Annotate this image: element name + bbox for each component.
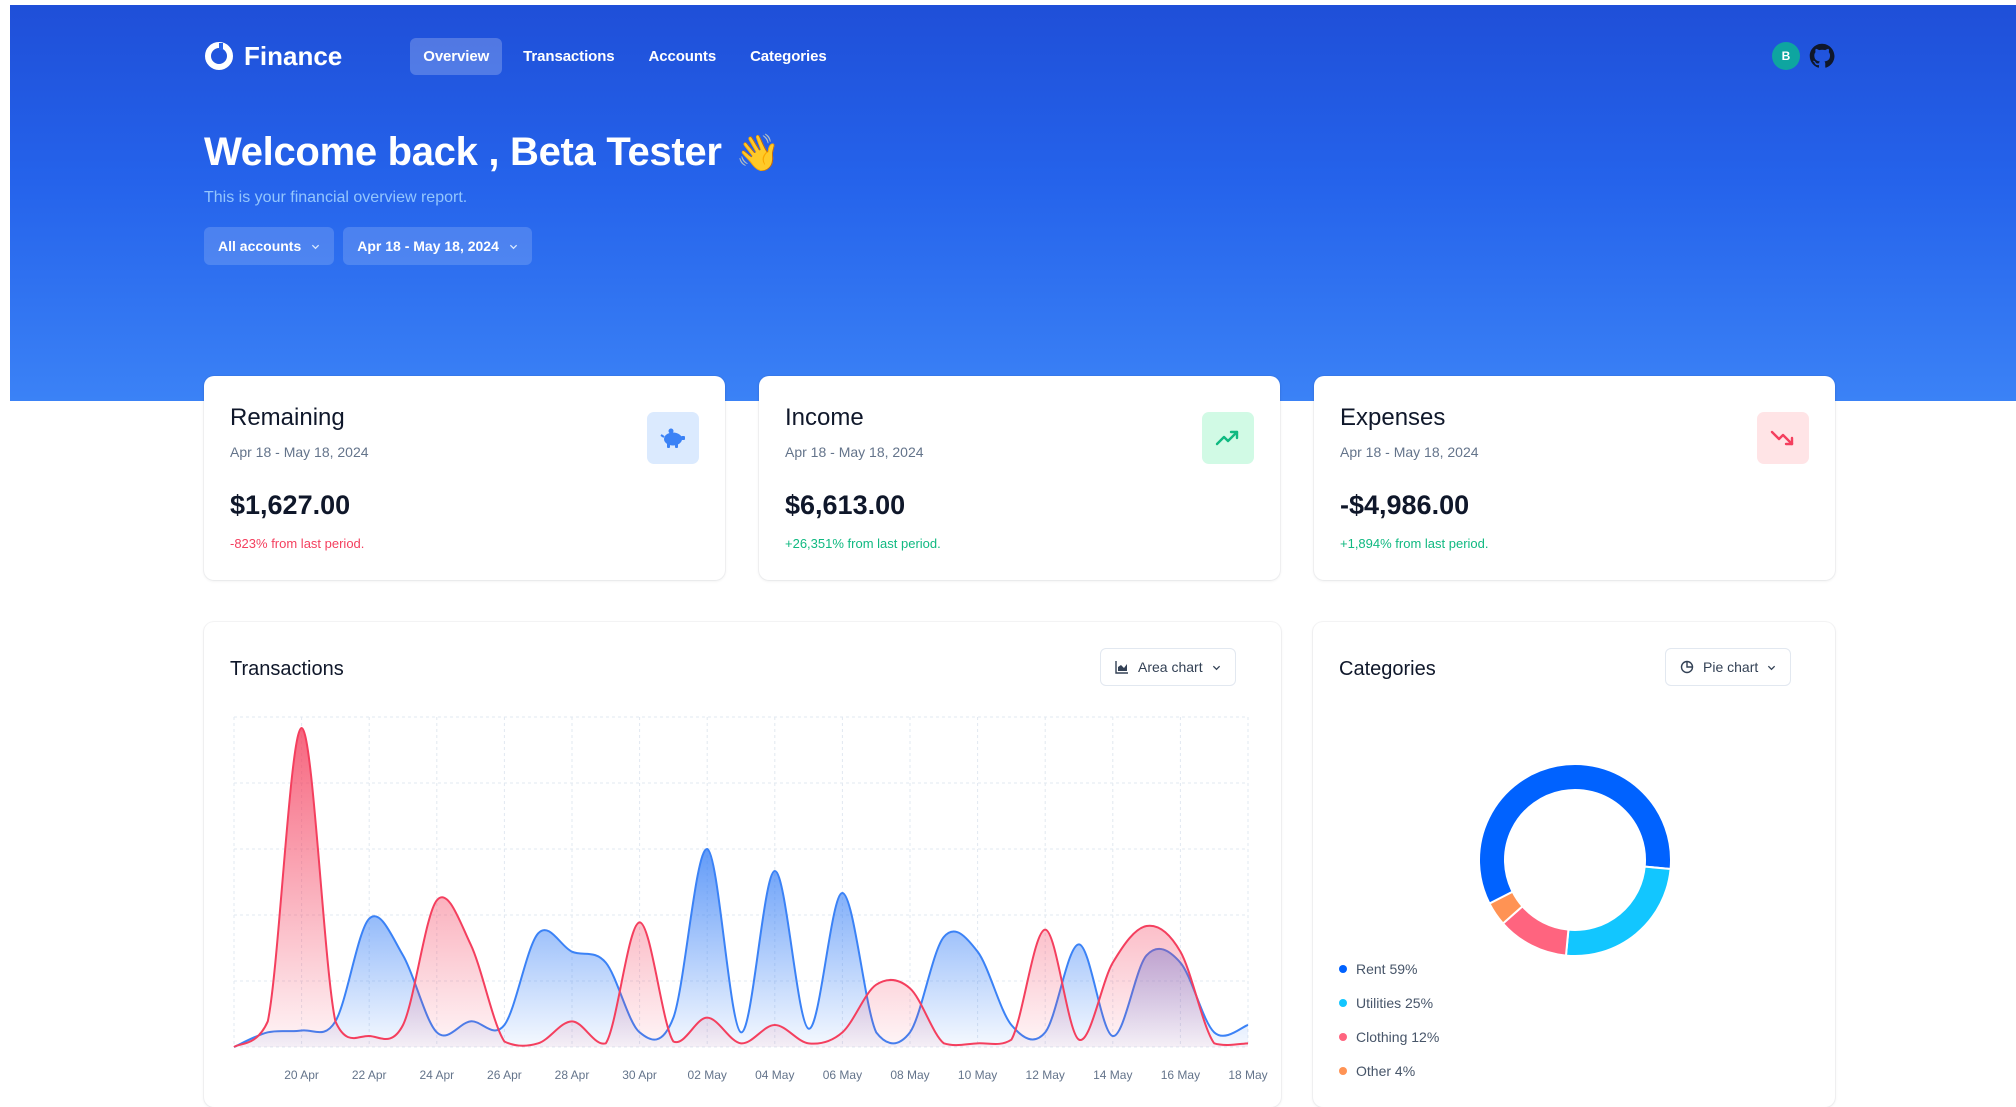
stat-amount: $1,627.00 bbox=[230, 490, 351, 520]
x-tick-label: 08 May bbox=[890, 1068, 929, 1082]
nav-categories[interactable]: Categories bbox=[737, 38, 840, 75]
transactions-area-chart: 20 Apr 22 Apr 24 Apr 26 Apr 28 Apr 30 Apr 02 M… bbox=[233, 716, 1268, 1082]
date-filter[interactable]: Apr 18 - May 18, 2024 bbox=[343, 227, 532, 265]
transactions-card: Transactions Area chart 20 Apr 22 Apr 24 A… bbox=[204, 622, 1281, 1107]
legend-label: Clothing 12% bbox=[1356, 1029, 1440, 1045]
legend-item-utilities: Utilities 25% bbox=[1339, 986, 1439, 1020]
categories-card: Categories Pie chart Rent 59% Utilities 2… bbox=[1313, 622, 1835, 1107]
categories-legend: Rent 59% Utilities 25% Clothing 12% Other 4… bbox=[1339, 952, 1439, 1088]
top-nav: Finance Overview Transactions Accounts C… bbox=[204, 36, 1836, 76]
x-tick-label: 18 May bbox=[1228, 1068, 1267, 1082]
pie-chart-icon bbox=[1680, 660, 1694, 674]
date-filter-label: Apr 18 - May 18, 2024 bbox=[357, 238, 499, 254]
nav-links: Overview Transactions Accounts Categorie… bbox=[410, 37, 840, 75]
legend-dot bbox=[1339, 999, 1347, 1007]
nav-overview[interactable]: Overview bbox=[410, 37, 503, 75]
pie-type-select[interactable]: Pie chart bbox=[1665, 648, 1792, 686]
nav-transactions[interactable]: Transactions bbox=[510, 38, 627, 75]
filters: All accounts Apr 18 - May 18, 2024 bbox=[204, 227, 532, 265]
x-tick-label: 02 May bbox=[688, 1068, 727, 1082]
legend-label: Utilities 25% bbox=[1356, 995, 1434, 1011]
stat-change: +1,894% from last period. bbox=[1340, 536, 1489, 551]
x-tick-label: 24 Apr bbox=[419, 1068, 454, 1082]
stat-range: Apr 18 - May 18, 2024 bbox=[785, 444, 924, 460]
x-tick-label: 22 Apr bbox=[352, 1068, 387, 1082]
legend-label: Rent 59% bbox=[1356, 961, 1418, 977]
chevron-down-icon bbox=[1768, 665, 1776, 670]
categories-title: Categories bbox=[1339, 658, 1436, 680]
chevron-down-icon bbox=[312, 244, 320, 249]
stat-range: Apr 18 - May 18, 2024 bbox=[1340, 444, 1479, 460]
stat-amount: -$4,986.00 bbox=[1340, 490, 1470, 520]
trending-up-icon bbox=[1202, 412, 1254, 464]
x-tick-label: 28 Apr bbox=[555, 1068, 590, 1082]
stat-title: Remaining bbox=[230, 404, 345, 431]
nav-accounts[interactable]: Accounts bbox=[636, 38, 730, 75]
wave-icon: 👋 bbox=[735, 131, 781, 173]
legend-dot bbox=[1339, 965, 1347, 973]
expenses-card: Expenses Apr 18 - May 18, 2024 -$4,986.0… bbox=[1314, 376, 1835, 580]
legend-item-rent: Rent 59% bbox=[1339, 952, 1439, 986]
stat-title: Expenses bbox=[1340, 404, 1446, 431]
chevron-down-icon bbox=[509, 244, 517, 249]
github-icon[interactable] bbox=[1808, 42, 1836, 70]
finance-logo-icon bbox=[205, 42, 233, 70]
x-tick-label: 26 Apr bbox=[487, 1068, 522, 1082]
stat-amount: $6,613.00 bbox=[785, 490, 906, 520]
welcome-text: Welcome back , Beta Tester bbox=[204, 130, 722, 174]
x-tick-label: 06 May bbox=[823, 1068, 862, 1082]
piggy-bank-icon bbox=[647, 412, 699, 464]
welcome-heading: Welcome back , Beta Tester 👋 bbox=[204, 130, 780, 175]
legend-item-other: Other 4% bbox=[1339, 1054, 1439, 1088]
account-filter-label: All accounts bbox=[218, 238, 302, 254]
legend-dot bbox=[1339, 1067, 1347, 1075]
x-tick-label: 14 May bbox=[1093, 1068, 1132, 1082]
pie-type-label: Pie chart bbox=[1703, 659, 1759, 675]
remaining-card: Remaining Apr 18 - May 18, 2024 $1,627.0… bbox=[204, 376, 725, 580]
stat-change: -823% from last period. bbox=[230, 536, 365, 551]
x-tick-label: 12 May bbox=[1026, 1068, 1065, 1082]
x-tick-label: 10 May bbox=[958, 1068, 997, 1082]
welcome-subtitle: This is your financial overview report. bbox=[204, 189, 468, 206]
stat-title: Income bbox=[785, 404, 864, 431]
slice-utilities bbox=[1564, 865, 1672, 957]
trending-down-icon bbox=[1757, 412, 1809, 464]
x-tick-label: 16 May bbox=[1161, 1068, 1200, 1082]
income-card: Income Apr 18 - May 18, 2024 $6,613.00 +… bbox=[759, 376, 1280, 580]
legend-dot bbox=[1339, 1033, 1347, 1041]
logo[interactable]: Finance bbox=[204, 41, 342, 72]
legend-label: Other 4% bbox=[1356, 1063, 1416, 1079]
x-tick-label: 30 Apr bbox=[622, 1068, 657, 1082]
stat-range: Apr 18 - May 18, 2024 bbox=[230, 444, 369, 460]
app-name: Finance bbox=[244, 40, 343, 71]
user-avatar[interactable]: B bbox=[1772, 42, 1800, 70]
legend-item-clothing: Clothing 12% bbox=[1339, 1020, 1439, 1054]
x-tick-label: 20 Apr bbox=[284, 1068, 319, 1082]
nav-right: B bbox=[1772, 42, 1836, 70]
account-filter[interactable]: All accounts bbox=[204, 227, 335, 265]
stat-change: +26,351% from last period. bbox=[785, 536, 941, 551]
x-tick-label: 04 May bbox=[755, 1068, 794, 1082]
